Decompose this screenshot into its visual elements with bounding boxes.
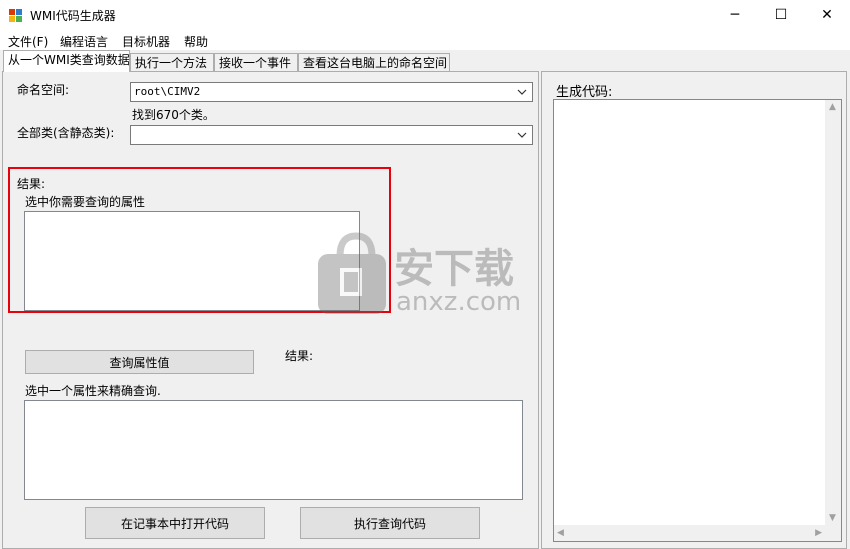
menu-target-machine[interactable]: 目标机器 bbox=[122, 33, 170, 50]
tab-browse-namespaces[interactable]: 查看这台电脑上的命名空间 bbox=[298, 53, 450, 71]
tab-receive-event[interactable]: 接收一个事件 bbox=[214, 53, 298, 71]
namespace-combo[interactable]: root\CIMV2 bbox=[130, 82, 533, 102]
tab-execute-method[interactable]: 执行一个方法 bbox=[130, 53, 214, 71]
properties-listbox[interactable] bbox=[24, 211, 360, 311]
horizontal-scrollbar[interactable]: ◀ ▶ bbox=[554, 525, 825, 541]
scroll-down-icon[interactable]: ▼ bbox=[829, 513, 836, 523]
select-properties-label: 选中你需要查询的属性 bbox=[25, 195, 146, 209]
scroll-up-icon[interactable]: ▲ bbox=[829, 102, 836, 112]
menu-file[interactable]: 文件(F) bbox=[8, 33, 48, 50]
close-button[interactable]: ✕ bbox=[804, 0, 850, 30]
scroll-left-icon[interactable]: ◀ bbox=[557, 528, 564, 538]
close-icon: ✕ bbox=[821, 7, 833, 23]
namespace-value: root\CIMV2 bbox=[134, 85, 201, 98]
vertical-scrollbar[interactable]: ▲ ▼ bbox=[825, 100, 841, 525]
refine-query-label: 选中一个属性来精确查询. bbox=[25, 384, 161, 398]
generated-code-label: 生成代码: bbox=[556, 85, 613, 100]
maximize-button[interactable]: ☐ bbox=[758, 0, 804, 30]
open-in-notepad-button[interactable]: 在记事本中打开代码 bbox=[85, 507, 265, 539]
maximize-icon: ☐ bbox=[774, 7, 788, 23]
menu-help[interactable]: 帮助 bbox=[184, 33, 208, 50]
app-icon bbox=[9, 9, 22, 22]
chevron-down-icon bbox=[515, 84, 529, 100]
results-label: 结果: bbox=[17, 177, 46, 191]
chevron-down-icon bbox=[515, 127, 529, 143]
namespace-label: 命名空间: bbox=[17, 83, 70, 97]
generated-code-textarea[interactable] bbox=[553, 99, 842, 542]
class-label: 全部类(含静态类): bbox=[17, 126, 115, 140]
query-properties-button[interactable]: 查询属性值 bbox=[25, 350, 254, 374]
scroll-right-icon[interactable]: ▶ bbox=[815, 528, 822, 538]
found-classes-text: 找到670个类。 bbox=[132, 108, 215, 122]
window-title: WMI代码生成器 bbox=[30, 9, 116, 23]
execute-query-button[interactable]: 执行查询代码 bbox=[300, 507, 480, 539]
tab-query-wmi-class[interactable]: 从一个WMI类查询数据 bbox=[3, 50, 130, 72]
minimize-button[interactable]: ─ bbox=[712, 0, 758, 30]
class-combo[interactable] bbox=[130, 125, 533, 145]
minimize-icon: ─ bbox=[730, 7, 740, 23]
menu-language[interactable]: 编程语言 bbox=[60, 33, 108, 50]
scroll-corner bbox=[825, 525, 841, 541]
refine-listbox[interactable] bbox=[24, 400, 523, 500]
results-label-2: 结果: bbox=[285, 349, 314, 363]
